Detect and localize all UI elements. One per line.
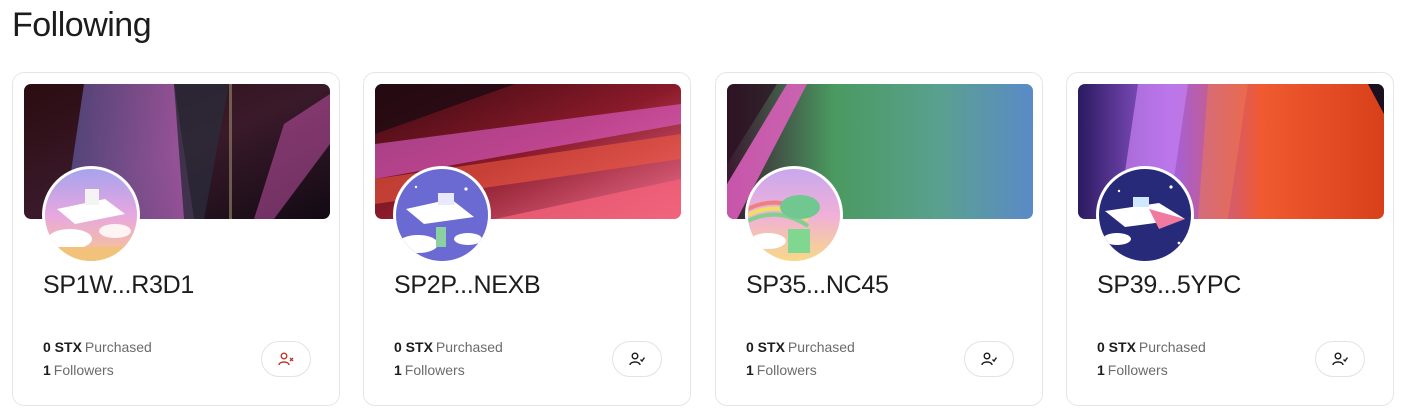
- following-button[interactable]: [964, 341, 1014, 377]
- purchased-stat: 0 STX Purchased: [43, 339, 152, 355]
- followers-label: Followers: [1107, 362, 1168, 378]
- purchased-stat: 0 STX Purchased: [394, 339, 503, 355]
- purchased-value: 0 STX: [43, 339, 82, 355]
- following-button[interactable]: [612, 341, 662, 377]
- profile-name[interactable]: SP39...5YPC: [1097, 271, 1241, 300]
- purchased-value: 0 STX: [394, 339, 433, 355]
- user-check-icon: [629, 352, 645, 366]
- user-x-icon: [278, 352, 294, 366]
- followers-value: 1: [746, 362, 754, 378]
- avatar[interactable]: [42, 166, 140, 264]
- purchased-label: Purchased: [84, 339, 152, 355]
- followers-stat: 1 Followers: [394, 362, 465, 378]
- followers-label: Followers: [53, 362, 114, 378]
- profile-name[interactable]: SP2P...NEXB: [394, 271, 541, 300]
- user-check-icon: [981, 352, 997, 366]
- purchased-value: 0 STX: [1097, 339, 1136, 355]
- purchased-stat: 0 STX Purchased: [1097, 339, 1206, 355]
- followers-value: 1: [43, 362, 51, 378]
- profile-name[interactable]: SP1W...R3D1: [43, 271, 194, 300]
- avatar[interactable]: [1096, 166, 1194, 264]
- profile-card[interactable]: SP2P...NEXB 0 STX Purchased 1 Followers: [363, 72, 691, 406]
- followers-stat: 1 Followers: [43, 362, 114, 378]
- followers-stat: 1 Followers: [746, 362, 817, 378]
- profile-card[interactable]: SP39...5YPC 0 STX Purchased 1 Followers: [1066, 72, 1394, 406]
- unfollow-button[interactable]: [261, 341, 311, 377]
- profile-card[interactable]: SP1W...R3D1 0 STX Purchased 1 Followers: [12, 72, 340, 406]
- followers-label: Followers: [756, 362, 817, 378]
- avatar[interactable]: [393, 166, 491, 264]
- followers-label: Followers: [404, 362, 465, 378]
- following-button[interactable]: [1315, 341, 1365, 377]
- followers-value: 1: [1097, 362, 1105, 378]
- followers-stat: 1 Followers: [1097, 362, 1168, 378]
- following-list: SP1W...R3D1 0 STXPurchased 1Followers: [12, 72, 1400, 408]
- user-check-icon: [1332, 352, 1348, 366]
- profile-name[interactable]: SP35...NC45: [746, 271, 889, 300]
- page-title: Following: [12, 6, 152, 44]
- followers-value: 1: [394, 362, 402, 378]
- purchased-label: Purchased: [787, 339, 855, 355]
- avatar[interactable]: [745, 166, 843, 264]
- purchased-label: Purchased: [435, 339, 503, 355]
- purchased-label: Purchased: [1138, 339, 1206, 355]
- profile-card[interactable]: SP35...NC45 0 STX Purchased 1 Followers: [715, 72, 1043, 406]
- purchased-value: 0 STX: [746, 339, 785, 355]
- purchased-stat: 0 STX Purchased: [746, 339, 855, 355]
